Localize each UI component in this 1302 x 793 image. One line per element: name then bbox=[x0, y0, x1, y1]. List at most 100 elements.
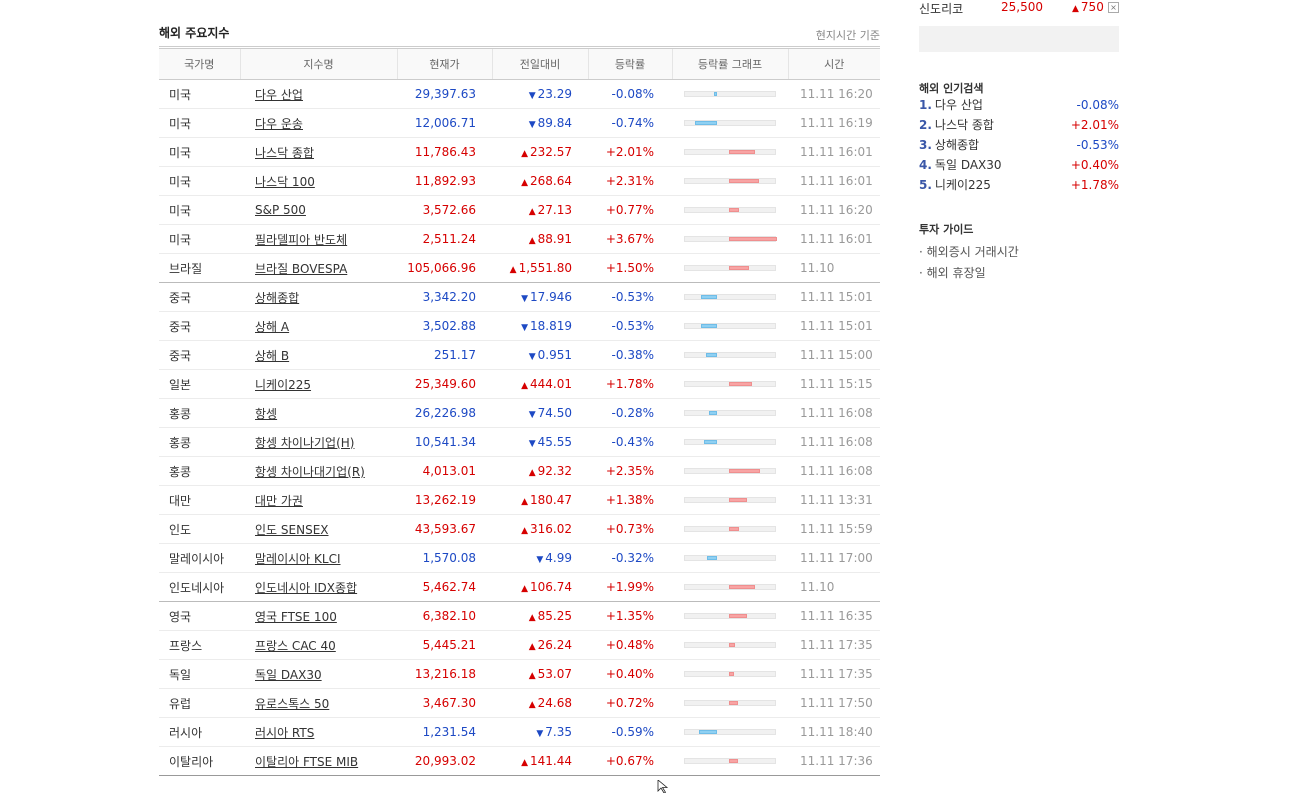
rate-cell: +1.35% bbox=[588, 601, 672, 631]
table-row: 홍콩 항셍 차이나대기업(R) 4,013.01 ▲ 92.32 +2.35% 11.11 … bbox=[159, 456, 880, 486]
rate-graph-cell bbox=[672, 282, 788, 312]
index-name-cell: 유로스톡스 50 bbox=[240, 688, 397, 718]
col-rate: 등락률 bbox=[587, 46, 672, 80]
change-cell: ▼ 17.946 bbox=[492, 282, 588, 312]
down-triangle-icon: ▼ bbox=[521, 294, 528, 304]
index-link[interactable]: S&P 500 bbox=[255, 203, 306, 217]
rate-cell: +0.73% bbox=[588, 514, 672, 544]
popular-search-item[interactable]: 5. 니케이225 +1.78% bbox=[919, 177, 1119, 197]
index-link[interactable]: 나스닥 100 bbox=[255, 175, 315, 189]
index-link[interactable]: 브라질 BOVESPA bbox=[255, 262, 347, 276]
rate-bar-fill bbox=[701, 324, 717, 328]
index-link[interactable]: 상해 A bbox=[255, 320, 289, 334]
popular-search-item[interactable]: 4. 독일 DAX30 +0.40% bbox=[919, 157, 1119, 177]
index-link[interactable]: 필라델피아 반도체 bbox=[255, 233, 347, 247]
price-cell: 3,572.66 bbox=[397, 195, 492, 225]
rate-bar-track bbox=[684, 91, 776, 97]
rate-bar-fill bbox=[704, 440, 717, 444]
index-name-cell: 영국 FTSE 100 bbox=[240, 601, 397, 631]
rate-bar-fill bbox=[729, 701, 738, 705]
ticker-name[interactable]: 신도리코 bbox=[919, 0, 963, 17]
index-link[interactable]: 상해종합 bbox=[255, 291, 299, 305]
time-cell: 11.11 16:01 bbox=[788, 137, 880, 167]
index-link[interactable]: 항셍 차이나기업(H) bbox=[255, 436, 354, 450]
down-triangle-icon: ▼ bbox=[528, 91, 536, 101]
rate-cell: +2.01% bbox=[588, 137, 672, 167]
popular-search-item[interactable]: 1. 다우 산업 -0.08% bbox=[919, 97, 1119, 117]
country-cell: 프랑스 bbox=[159, 630, 240, 660]
rate-cell: -0.08% bbox=[588, 79, 672, 109]
guide-link[interactable]: · 해외 휴장일 bbox=[919, 264, 1019, 285]
rate-bar-fill bbox=[729, 643, 735, 647]
popular-item-name[interactable]: 독일 DAX30 bbox=[935, 158, 1002, 172]
index-link[interactable]: 유로스톡스 50 bbox=[255, 697, 329, 711]
country-cell: 인도네시아 bbox=[159, 572, 240, 602]
popular-search-item[interactable]: 2. 나스닥 종합 +2.01% bbox=[919, 117, 1119, 137]
rate-bar-fill bbox=[709, 411, 717, 415]
index-link[interactable]: 상해 B bbox=[255, 349, 289, 363]
investment-guide-list: · 해외증시 거래시간 · 해외 휴장일 bbox=[919, 243, 1019, 285]
rate-cell: +0.72% bbox=[588, 688, 672, 718]
price-cell: 13,262.19 bbox=[397, 485, 492, 515]
rate-bar-fill bbox=[729, 585, 755, 589]
country-cell: 인도 bbox=[159, 514, 240, 544]
popular-item-name[interactable]: 상해종합 bbox=[935, 138, 979, 152]
rate-bar-track bbox=[684, 758, 776, 764]
rate-bar-fill bbox=[707, 556, 717, 560]
price-cell: 13,216.18 bbox=[397, 659, 492, 689]
index-link[interactable]: 인도 SENSEX bbox=[255, 523, 329, 537]
close-icon[interactable]: × bbox=[1108, 2, 1119, 13]
price-cell: 5,445.21 bbox=[397, 630, 492, 660]
popular-item-rate: -0.08% bbox=[1076, 98, 1119, 112]
rate-cell: -0.28% bbox=[588, 398, 672, 428]
rate-graph-cell bbox=[672, 514, 788, 544]
time-cell: 11.11 16:35 bbox=[788, 601, 880, 631]
index-link[interactable]: 다우 운송 bbox=[255, 117, 303, 131]
country-cell: 중국 bbox=[159, 282, 240, 312]
rank-number: 5. bbox=[919, 178, 932, 192]
price-cell: 43,593.67 bbox=[397, 514, 492, 544]
down-triangle-icon: ▼ bbox=[528, 410, 536, 420]
rate-cell: +0.77% bbox=[588, 195, 672, 225]
up-triangle-icon: ▲ bbox=[521, 526, 528, 536]
popular-item-name[interactable]: 나스닥 종합 bbox=[935, 118, 994, 132]
down-triangle-icon: ▼ bbox=[521, 323, 528, 333]
up-triangle-icon: ▲ bbox=[528, 236, 536, 246]
index-link[interactable]: 다우 산업 bbox=[255, 88, 303, 102]
time-cell: 11.11 18:40 bbox=[788, 717, 880, 747]
popular-item-name[interactable]: 다우 산업 bbox=[935, 98, 983, 112]
down-triangle-icon: ▼ bbox=[528, 439, 536, 449]
index-link[interactable]: 영국 FTSE 100 bbox=[255, 610, 337, 624]
guide-link[interactable]: · 해외증시 거래시간 bbox=[919, 243, 1019, 264]
index-link[interactable]: 인도네시아 IDX종합 bbox=[255, 581, 357, 595]
index-link[interactable]: 러시아 RTS bbox=[255, 726, 314, 740]
rate-bar-fill bbox=[729, 498, 747, 502]
rate-graph-cell bbox=[672, 717, 788, 747]
index-name-cell: 러시아 RTS bbox=[240, 717, 397, 747]
time-cell: 11.11 16:08 bbox=[788, 456, 880, 486]
up-triangle-icon: ▲ bbox=[528, 468, 536, 478]
index-link[interactable]: 항셍 차이나대기업(R) bbox=[255, 465, 365, 479]
index-link[interactable]: 이탈리아 FTSE MIB bbox=[255, 755, 358, 769]
index-link[interactable]: 말레이시아 KLCI bbox=[255, 552, 341, 566]
time-cell: 11.11 16:08 bbox=[788, 398, 880, 428]
popular-item-name[interactable]: 니케이225 bbox=[935, 178, 991, 192]
rate-bar-fill bbox=[699, 730, 717, 734]
index-link[interactable]: 항셍 bbox=[255, 407, 277, 421]
price-cell: 25,349.60 bbox=[397, 369, 492, 399]
index-link[interactable]: 나스닥 종합 bbox=[255, 146, 314, 160]
rate-graph-cell bbox=[672, 630, 788, 660]
index-link[interactable]: 대만 가권 bbox=[255, 494, 303, 508]
rate-cell: +1.50% bbox=[588, 253, 672, 283]
up-triangle-icon: ▲ bbox=[528, 700, 536, 710]
index-name-cell: 브라질 BOVESPA bbox=[240, 253, 397, 283]
rate-bar-fill bbox=[729, 469, 760, 473]
index-link[interactable]: 프랑스 CAC 40 bbox=[255, 639, 336, 653]
popular-search-item[interactable]: 3. 상해종합 -0.53% bbox=[919, 137, 1119, 157]
index-link[interactable]: 니케이225 bbox=[255, 378, 311, 392]
rate-bar-track bbox=[684, 468, 776, 474]
rate-bar-fill bbox=[729, 527, 739, 531]
table-row: 미국 다우 산업 29,397.63 ▼ 23.29 -0.08% 11.11 16:20 bbox=[159, 79, 880, 109]
time-cell: 11.11 17:36 bbox=[788, 746, 880, 776]
index-link[interactable]: 독일 DAX30 bbox=[255, 668, 322, 682]
